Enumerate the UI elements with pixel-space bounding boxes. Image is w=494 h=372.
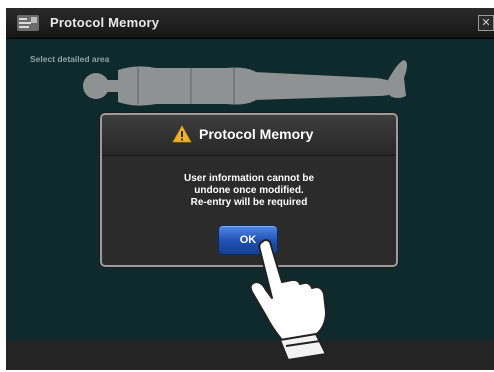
body-torso [118, 66, 256, 106]
close-icon[interactable]: ✕ [478, 15, 494, 31]
message-line: User information cannot be [183, 173, 314, 184]
window-title: Protocol Memory [50, 15, 160, 30]
dialog-message: User information cannot be undone once m… [102, 173, 396, 209]
message-line: undone once modified. [194, 185, 304, 196]
protocol-icon [17, 15, 39, 31]
dialog-title: Protocol Memory [199, 126, 314, 142]
warning-icon [172, 125, 192, 143]
body-legs [254, 72, 394, 100]
dialog-header: Protocol Memory [102, 115, 396, 156]
app-screen: Protocol Memory ✕ Select detailed area P… [6, 8, 494, 370]
body-feet [388, 60, 407, 98]
title-bar: Protocol Memory ✕ [6, 8, 494, 39]
message-line: Re-entry will be required [190, 197, 308, 208]
body-map[interactable] [76, 56, 416, 116]
pointing-hand-icon [249, 239, 327, 360]
body-head [83, 73, 109, 99]
